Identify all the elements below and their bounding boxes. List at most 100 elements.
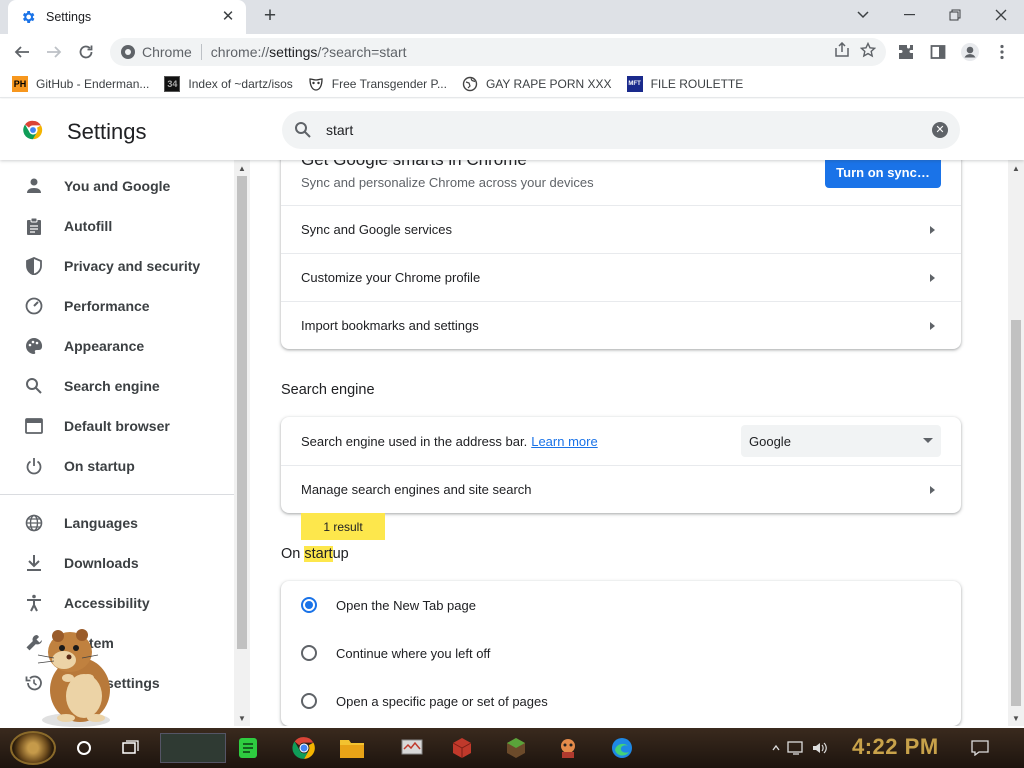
url-query: /?search=start <box>317 44 407 60</box>
sidebar-item-search-engine[interactable]: Search engine <box>0 366 234 406</box>
import-bookmarks-row[interactable]: Import bookmarks and settings <box>281 301 961 349</box>
bookmark-star-icon[interactable] <box>860 42 876 58</box>
row-label: Sync and Google services <box>301 222 453 237</box>
scroll-down-arrow-icon[interactable]: ▼ <box>238 714 246 723</box>
file-explorer-icon[interactable] <box>334 732 370 764</box>
cortana-icon[interactable] <box>66 732 102 764</box>
mft-icon: MFT <box>626 75 643 92</box>
manage-search-engines-row[interactable]: Manage search engines and site search <box>281 465 961 513</box>
close-window-button[interactable] <box>978 0 1024 30</box>
cube-app-icon[interactable] <box>444 732 480 764</box>
monitor-app-icon[interactable] <box>394 732 430 764</box>
startup-option-new-tab[interactable]: Open the New Tab page <box>281 581 961 629</box>
sidebar-scrollbar[interactable]: ▲ ▼ <box>234 160 250 726</box>
startup-option-specific-pages[interactable]: Open a specific page or set of pages <box>281 677 961 725</box>
sync-title: Get Google smarts in Chrome <box>301 160 527 170</box>
clear-search-icon[interactable]: ✕ <box>932 122 948 138</box>
forward-button[interactable] <box>42 40 66 64</box>
chrome-logo-icon <box>121 45 135 59</box>
sidebar-scroll-thumb[interactable] <box>237 176 247 649</box>
radio-button[interactable] <box>301 645 317 661</box>
url-prefix: chrome:// <box>210 44 270 60</box>
notepad-app-icon[interactable] <box>230 732 266 764</box>
accessibility-icon <box>24 593 44 613</box>
scroll-up-arrow-icon[interactable]: ▲ <box>1012 164 1020 173</box>
sidebar-item-privacy[interactable]: Privacy and security <box>0 246 234 286</box>
page-title: Settings <box>67 119 147 144</box>
sidebar-item-performance[interactable]: Performance <box>0 286 234 326</box>
search-engine-section-title: Search engine <box>281 382 375 398</box>
new-tab-button[interactable]: + <box>259 5 281 28</box>
tab-search-chevron-icon[interactable] <box>840 0 886 30</box>
on-startup-card: Open the New Tab page Continue where you… <box>281 581 961 726</box>
omnibox-chip: Chrome <box>142 44 192 60</box>
taskbar-widget[interactable] <box>160 733 226 763</box>
sidebar-item-autofill[interactable]: Autofill <box>0 206 234 246</box>
sidebar-item-downloads[interactable]: Downloads <box>0 543 234 583</box>
option-label: Open the New Tab page <box>336 597 476 613</box>
sidebar-item-default-browser[interactable]: Default browser <box>0 406 234 446</box>
main-scrollbar[interactable]: ▲ ▼ <box>1008 160 1024 726</box>
radio-button-selected[interactable] <box>301 597 317 613</box>
chevron-right-icon <box>930 225 935 234</box>
minimize-button[interactable] <box>886 0 932 30</box>
sidebar-item-you-and-google[interactable]: You and Google <box>0 166 234 206</box>
scroll-down-arrow-icon[interactable]: ▼ <box>1012 714 1020 723</box>
customize-profile-row[interactable]: Customize your Chrome profile <box>281 253 961 301</box>
tray-overflow-icon[interactable] <box>766 738 786 758</box>
search-icon <box>24 376 44 396</box>
bookmark-item[interactable]: PH GitHub - Enderman... <box>12 72 149 96</box>
profile-avatar-icon[interactable] <box>958 40 982 64</box>
taskbar-clock[interactable]: 4:22 PM <box>852 734 939 760</box>
bookmark-item[interactable]: GAY RAPE PORN XXX <box>462 72 612 96</box>
title-prefix: On <box>281 546 305 562</box>
network-icon[interactable] <box>786 738 806 758</box>
volume-icon[interactable] <box>810 738 830 758</box>
chrome-app-icon[interactable] <box>286 732 322 764</box>
menu-kebab-icon[interactable] <box>990 40 1014 64</box>
learn-more-link[interactable]: Learn more <box>531 434 597 449</box>
settings-search-input[interactable] <box>326 122 886 138</box>
side-panel-icon[interactable] <box>926 40 950 64</box>
character-app-icon[interactable] <box>550 732 586 764</box>
bookmark-label: Index of ~dartz/isos <box>188 76 293 91</box>
shield-icon <box>24 256 44 276</box>
you-and-google-card: Get Google smarts in Chrome Sync and per… <box>281 160 961 349</box>
sidebar-item-label: Languages <box>64 515 138 531</box>
share-icon[interactable] <box>834 42 850 58</box>
sidebar-item-on-startup[interactable]: On startup <box>0 446 234 486</box>
settings-search[interactable]: ✕ <box>282 111 960 149</box>
bookmark-item[interactable]: 34 Index of ~dartz/isos <box>164 72 293 96</box>
close-tab-icon[interactable]: ✕ <box>220 9 236 25</box>
sidebar-item-languages[interactable]: Languages <box>0 503 234 543</box>
bookmark-item[interactable]: MFT FILE ROULETTE <box>626 72 743 96</box>
sidebar-item-label: You and Google <box>64 178 171 194</box>
bookmark-item[interactable]: Free Transgender P... <box>308 72 447 96</box>
minecraft-app-icon[interactable] <box>498 732 534 764</box>
scroll-up-arrow-icon[interactable]: ▲ <box>238 164 246 173</box>
search-engine-select[interactable]: Google <box>741 425 941 457</box>
main-scroll-thumb[interactable] <box>1011 320 1021 706</box>
reload-button[interactable] <box>74 40 98 64</box>
radio-button[interactable] <box>301 693 317 709</box>
sync-services-row[interactable]: Sync and Google services <box>281 205 961 253</box>
sidebar-item-label: On startup <box>64 458 135 474</box>
gauge-icon <box>24 296 44 316</box>
settings-header: Settings ✕ <box>0 99 1024 160</box>
task-view-icon[interactable] <box>112 732 148 764</box>
sidebar-item-appearance[interactable]: Appearance <box>0 326 234 366</box>
restore-button[interactable] <box>932 0 978 30</box>
edge-app-icon[interactable] <box>604 732 640 764</box>
browser-toolbar: Chrome chrome://settings/?search=start <box>0 34 1024 70</box>
turn-on-sync-button[interactable]: Turn on sync… <box>825 160 941 188</box>
tab-settings[interactable]: Settings ✕ <box>8 0 246 34</box>
clipboard-icon <box>24 216 44 236</box>
startup-option-continue[interactable]: Continue where you left off <box>281 629 961 677</box>
address-bar[interactable]: Chrome chrome://settings/?search=start <box>110 38 886 66</box>
start-button[interactable] <box>10 731 56 765</box>
sidebar-item-accessibility[interactable]: Accessibility <box>0 583 234 623</box>
back-button[interactable] <box>10 40 34 64</box>
extensions-icon[interactable] <box>894 40 918 64</box>
ph-icon: PH <box>12 75 28 92</box>
notifications-icon[interactable] <box>970 738 990 758</box>
